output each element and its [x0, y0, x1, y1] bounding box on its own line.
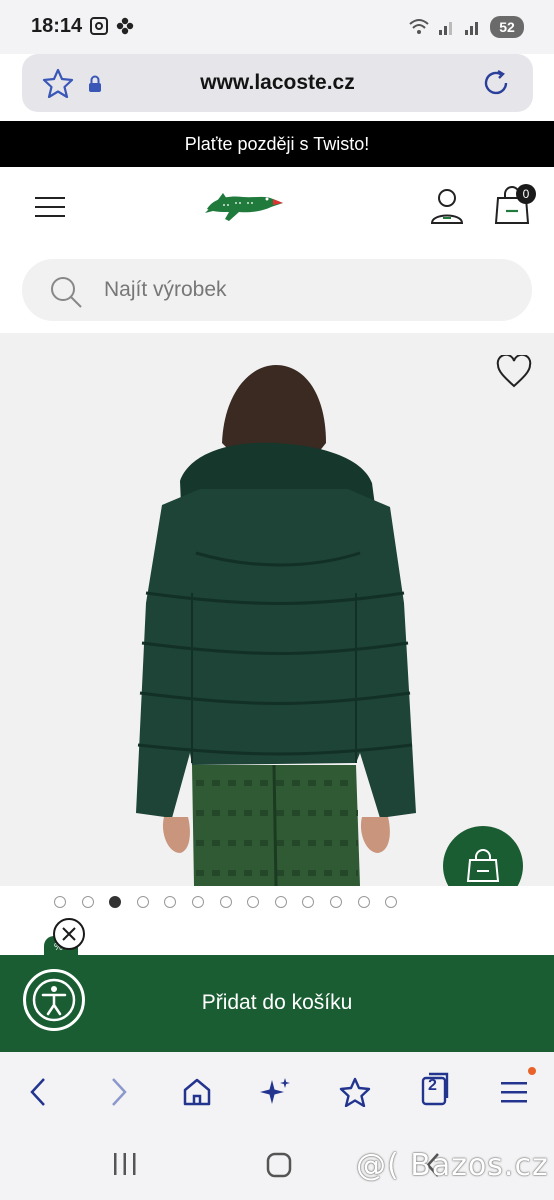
recent-apps-icon[interactable]: [112, 1152, 138, 1176]
cart-count-badge: 0: [516, 184, 536, 204]
battery-indicator: 52: [490, 16, 524, 38]
magnifier-icon[interactable]: [48, 274, 84, 310]
user-icon[interactable]: [429, 187, 465, 225]
sparkle-icon: [260, 1078, 290, 1104]
back-button[interactable]: [18, 1072, 58, 1112]
heart-icon[interactable]: [496, 355, 532, 389]
crocodile-logo[interactable]: [203, 181, 285, 229]
wifi-icon: [409, 19, 429, 34]
gallery-dot[interactable]: [330, 896, 342, 908]
close-icon: [62, 927, 76, 941]
signal-icon-2: [465, 22, 478, 35]
status-time: 18:14: [31, 15, 83, 37]
gallery-dot[interactable]: [54, 896, 66, 908]
gallery-dot[interactable]: [192, 896, 204, 908]
promo-banner[interactable]: Plaťte později s Twisto!: [0, 121, 554, 167]
gallery-dot[interactable]: [302, 896, 315, 908]
home-button[interactable]: [177, 1072, 217, 1112]
bookmarks-button[interactable]: [335, 1072, 375, 1112]
url-bar[interactable]: www.lacoste.cz: [22, 54, 533, 112]
gallery-pagination[interactable]: [0, 886, 554, 918]
url-text[interactable]: www.lacoste.cz: [22, 71, 533, 95]
close-button[interactable]: [53, 918, 85, 950]
hamburger-icon[interactable]: [35, 195, 65, 219]
signal-icon-1: [439, 22, 452, 35]
search-input[interactable]: [104, 259, 504, 321]
status-icons-right: 52: [408, 16, 524, 38]
gallery-dot[interactable]: [357, 896, 370, 908]
gallery-dot[interactable]: [136, 896, 149, 908]
status-bar: 18:14 52: [0, 0, 554, 54]
home-circle-icon[interactable]: [266, 1152, 292, 1178]
gallery-dot[interactable]: [385, 896, 398, 908]
refresh-icon[interactable]: [481, 68, 511, 98]
search-bar[interactable]: [22, 259, 532, 321]
tabs-count: 2: [428, 1077, 437, 1094]
chevron-right-icon: [112, 1078, 127, 1106]
watermark: @( Bazos.cz: [356, 1148, 549, 1183]
status-icons-left: [89, 16, 135, 36]
app-root: 18:14 52 www.lacoste.cz Plaťte později s…: [0, 0, 554, 1200]
flower-icon: [116, 17, 134, 35]
gallery-dot[interactable]: [81, 896, 94, 908]
bookmark-star-icon: [339, 1077, 371, 1107]
add-to-cart-button[interactable]: Přidat do košíku: [0, 955, 554, 1052]
add-to-cart-label[interactable]: Přidat do košíku: [0, 991, 554, 1015]
site-header: 0: [0, 167, 554, 247]
gallery-dot[interactable]: [219, 896, 232, 908]
gallery-dot[interactable]: [164, 896, 177, 908]
gallery-dot[interactable]: [247, 896, 260, 908]
home-icon: [183, 1078, 211, 1106]
screenshot-icon: [90, 17, 108, 35]
menu-button[interactable]: [494, 1072, 534, 1112]
chevron-left-icon: [30, 1078, 45, 1106]
product-photo-jacket[interactable]: [0, 333, 554, 886]
shopping-bag-icon: [466, 849, 500, 882]
product-image-gallery[interactable]: [0, 333, 554, 886]
ai-sparkle-button[interactable]: [256, 1072, 296, 1112]
gallery-dot[interactable]: [109, 896, 122, 908]
gallery-dot[interactable]: [274, 896, 287, 908]
browser-bottom-nav: [0, 1052, 554, 1130]
hamburger-icon: [501, 1082, 527, 1103]
forward-button[interactable]: [99, 1072, 139, 1112]
notification-dot: [528, 1067, 536, 1075]
